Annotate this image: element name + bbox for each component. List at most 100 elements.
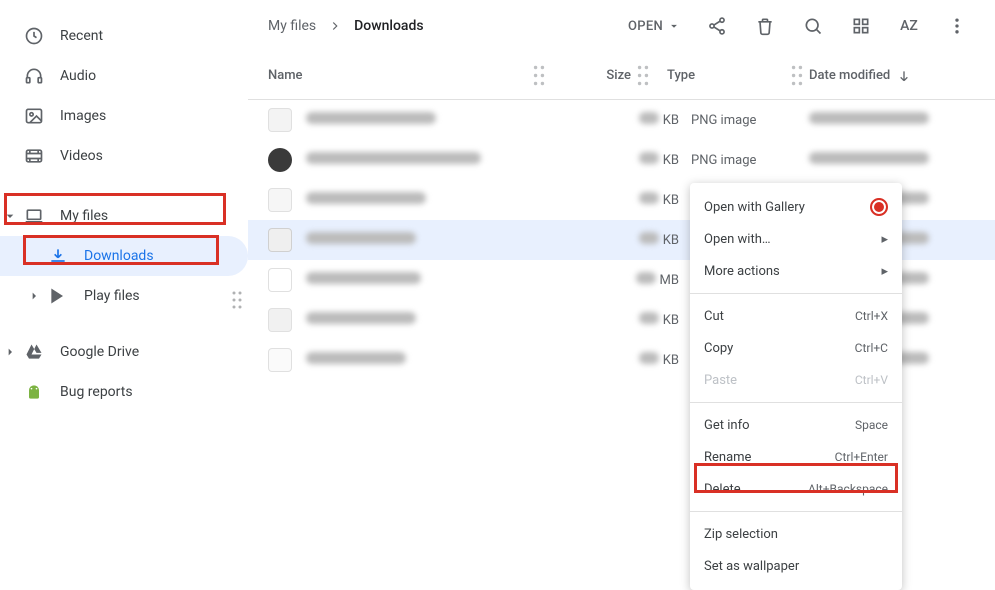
- sort-az-icon: AZ: [899, 16, 919, 36]
- chevron-down-icon: [667, 19, 681, 33]
- delete-button[interactable]: [745, 6, 785, 46]
- column-drag-handle-icon[interactable]: [789, 52, 805, 99]
- column-size[interactable]: Size: [551, 68, 631, 83]
- view-toggle-button[interactable]: [841, 6, 881, 46]
- column-date[interactable]: Date modified: [809, 68, 975, 84]
- file-name: [306, 352, 599, 368]
- menu-item-delete[interactable]: Delete Alt+Backspace: [690, 473, 902, 505]
- sort-button[interactable]: AZ: [889, 6, 929, 46]
- search-button[interactable]: [793, 6, 833, 46]
- file-thumbnail: [268, 348, 292, 372]
- file-name: [306, 192, 599, 208]
- breadcrumb-current: Downloads: [354, 18, 423, 34]
- table-header: Name Size Type Date modified: [248, 52, 995, 100]
- sidebar-item-downloads[interactable]: Downloads: [0, 236, 248, 276]
- share-button[interactable]: [697, 6, 737, 46]
- sidebar-item-images[interactable]: Images: [0, 96, 248, 136]
- android-icon: [24, 382, 44, 402]
- file-size: KB: [599, 352, 679, 368]
- arrow-down-icon: [896, 68, 912, 84]
- chevron-right-icon[interactable]: [2, 344, 18, 360]
- menu-separator: [690, 293, 902, 294]
- file-size: MB: [599, 272, 679, 288]
- shortcut-label: Ctrl+Enter: [835, 450, 888, 464]
- play-store-icon: [48, 286, 68, 306]
- chevron-right-icon: ▸: [881, 264, 888, 279]
- sidebar-item-label: Images: [60, 108, 232, 124]
- chevron-right-icon: ▸: [881, 232, 888, 247]
- file-thumbnail: [268, 148, 292, 172]
- menu-item-paste: Paste Ctrl+V: [690, 364, 902, 396]
- file-name: [306, 232, 599, 248]
- sidebar-item-bug-reports[interactable]: Bug reports: [0, 372, 248, 412]
- sidebar-item-videos[interactable]: Videos: [0, 136, 248, 176]
- chevron-down-icon[interactable]: [2, 208, 18, 224]
- gallery-app-icon: [870, 198, 888, 216]
- sidebar-item-recent[interactable]: Recent: [0, 16, 248, 56]
- sidebar-item-label: Bug reports: [60, 384, 232, 400]
- table-row[interactable]: KB PNG image: [248, 140, 995, 180]
- chevron-right-icon[interactable]: [26, 288, 42, 304]
- file-type: PNG image: [679, 153, 809, 168]
- sidebar-item-label: Downloads: [84, 248, 232, 264]
- sidebar-item-google-drive[interactable]: Google Drive: [0, 332, 248, 372]
- menu-item-zip-selection[interactable]: Zip selection: [690, 518, 902, 550]
- recent-icon: [24, 26, 44, 46]
- shortcut-label: Alt+Backspace: [808, 482, 888, 496]
- sidebar-item-label: Google Drive: [60, 344, 232, 360]
- table-row[interactable]: KB PNG image: [248, 100, 995, 140]
- sidebar-drag-handle-icon[interactable]: [230, 289, 244, 311]
- shortcut-label: Space: [855, 418, 888, 432]
- trash-icon: [755, 16, 775, 36]
- images-icon: [24, 106, 44, 126]
- more-vertical-icon: [947, 16, 967, 36]
- file-name: [306, 312, 599, 328]
- sidebar-item-my-files[interactable]: My files: [0, 196, 248, 236]
- breadcrumb: My files Downloads: [268, 18, 424, 34]
- file-name: [306, 112, 599, 128]
- file-size: KB: [599, 192, 679, 208]
- share-icon: [707, 16, 727, 36]
- videos-icon: [24, 146, 44, 166]
- menu-item-cut[interactable]: Cut Ctrl+X: [690, 300, 902, 332]
- file-date: [809, 152, 975, 168]
- menu-item-open-with[interactable]: Open with… ▸: [690, 223, 902, 255]
- sidebar-item-audio[interactable]: Audio: [0, 56, 248, 96]
- column-drag-handle-icon[interactable]: [531, 52, 547, 99]
- menu-item-get-info[interactable]: Get info Space: [690, 409, 902, 441]
- main-content: My files Downloads OPEN: [248, 0, 995, 561]
- file-name: [306, 272, 599, 288]
- menu-separator: [690, 402, 902, 403]
- shortcut-label: Ctrl+C: [855, 341, 888, 355]
- open-button-label: OPEN: [628, 19, 663, 34]
- menu-item-open-with-gallery[interactable]: Open with Gallery: [690, 191, 902, 223]
- shortcut-label: Ctrl+V: [855, 373, 888, 387]
- menu-item-more-actions[interactable]: More actions ▸: [690, 255, 902, 287]
- column-type[interactable]: Type: [655, 68, 785, 83]
- breadcrumb-root[interactable]: My files: [268, 18, 316, 34]
- file-date: [809, 112, 975, 128]
- file-size: KB: [599, 112, 679, 128]
- toolbar: My files Downloads OPEN: [248, 0, 995, 52]
- file-thumbnail: [268, 308, 292, 332]
- menu-item-copy[interactable]: Copy Ctrl+C: [690, 332, 902, 364]
- open-button[interactable]: OPEN: [620, 13, 689, 40]
- menu-item-rename[interactable]: Rename Ctrl+Enter: [690, 441, 902, 473]
- sidebar: Recent Audio Images Videos My files: [0, 0, 248, 561]
- more-button[interactable]: [937, 6, 977, 46]
- file-size: KB: [599, 312, 679, 328]
- column-name[interactable]: Name: [268, 68, 527, 83]
- column-drag-handle-icon[interactable]: [635, 52, 651, 99]
- sidebar-item-label: Recent: [60, 28, 232, 44]
- file-thumbnail: [268, 108, 292, 132]
- file-thumbnail: [268, 268, 292, 292]
- file-type: PNG image: [679, 113, 809, 128]
- file-thumbnail: [268, 188, 292, 212]
- sidebar-item-label: Audio: [60, 68, 232, 84]
- chevron-right-icon: [328, 19, 342, 33]
- menu-item-set-as-wallpaper[interactable]: Set as wallpaper: [690, 550, 902, 582]
- file-thumbnail: [268, 228, 292, 252]
- file-size: KB: [599, 152, 679, 168]
- audio-icon: [24, 66, 44, 86]
- file-size: KB: [599, 232, 679, 248]
